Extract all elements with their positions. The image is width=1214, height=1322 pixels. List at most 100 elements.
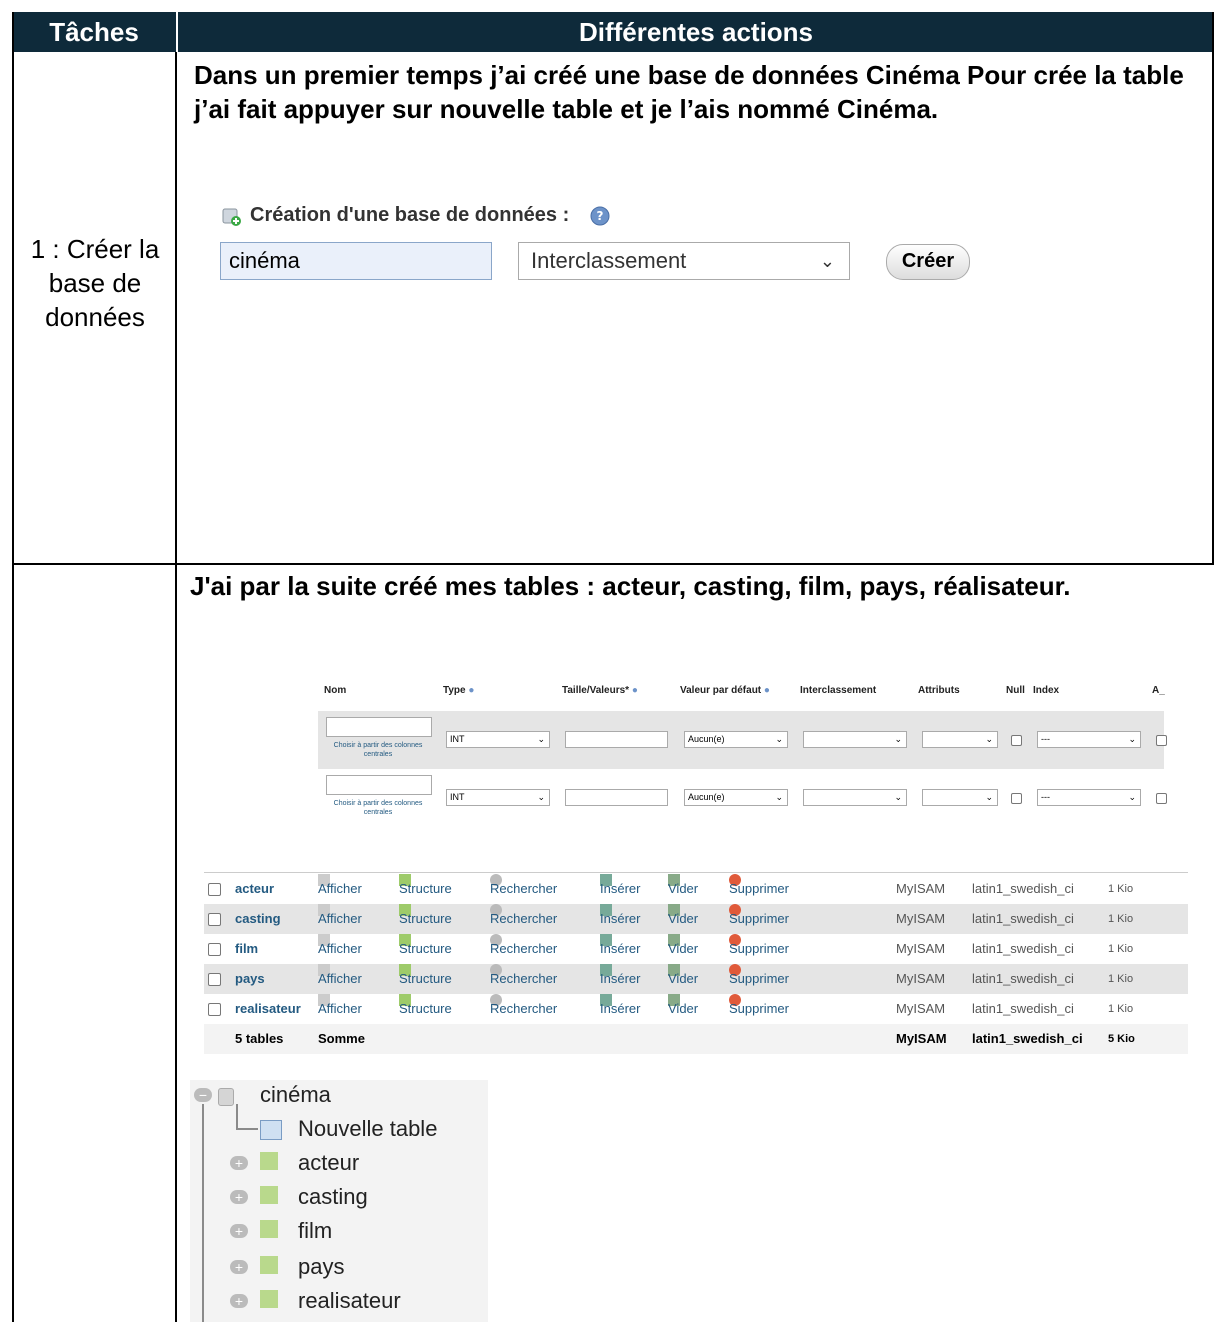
row-checkbox[interactable]: [208, 883, 221, 896]
structure-label: Structure: [399, 911, 452, 926]
chevron-down-icon: ⌄: [775, 734, 783, 744]
chevron-down-icon: ⌄: [537, 792, 545, 802]
tree-db-name[interactable]: cinéma: [260, 1082, 331, 1108]
engine-value: MyISAM: [896, 881, 946, 896]
chevron-down-icon: ⌄: [537, 734, 545, 744]
collapse-icon[interactable]: −: [194, 1088, 212, 1102]
header-taches: Tâches: [49, 17, 139, 47]
structure-label: Structure: [399, 941, 452, 956]
attributes-select[interactable]: ⌄: [922, 789, 998, 806]
attributes-select[interactable]: ⌄: [922, 731, 998, 748]
row-checkbox[interactable]: [208, 943, 221, 956]
db-name-input[interactable]: cinéma: [220, 242, 492, 280]
col-header-a: A_: [1152, 685, 1165, 696]
length-input[interactable]: [565, 731, 668, 748]
column-def-row: Choisir à partir des colonnes centrales …: [318, 711, 1167, 769]
tree-table-item[interactable]: acteur: [298, 1150, 359, 1176]
chevron-down-icon: ⌄: [775, 792, 783, 802]
tree-table-item[interactable]: realisateur: [298, 1288, 401, 1314]
browse-label: Afficher: [318, 971, 362, 986]
table-count: 5 tables: [235, 1031, 284, 1046]
collation-value: latin1_swedish_ci: [972, 1001, 1074, 1016]
column-def-row: Choisir à partir des colonnes centrales …: [318, 769, 1167, 827]
expand-icon[interactable]: +: [230, 1294, 248, 1308]
table-row: acteur Afficher Structure Rechercher Ins…: [204, 874, 1188, 904]
col-header-type-text: Type: [443, 685, 466, 696]
size-value: 1 Kio: [1108, 883, 1134, 895]
help-icon[interactable]: ?: [589, 205, 611, 227]
row-checkbox[interactable]: [208, 973, 221, 986]
column-name-input[interactable]: [326, 775, 432, 795]
collation-select-label: Interclassement: [531, 248, 687, 273]
row-checkbox[interactable]: [208, 1003, 221, 1016]
collation-select[interactable]: Interclassement ⌄: [518, 242, 850, 280]
collation-select-small[interactable]: ⌄: [803, 789, 907, 806]
central-columns-link[interactable]: Choisir à partir des colonnes centrales: [322, 741, 434, 759]
null-checkbox[interactable]: [1011, 735, 1022, 746]
expand-icon[interactable]: +: [230, 1156, 248, 1170]
table-row: film Afficher Structure Rechercher Insér…: [204, 934, 1188, 964]
default-select[interactable]: Aucun(e) ⌄: [684, 789, 788, 806]
col-header-default-text: Valeur par défaut: [680, 685, 762, 696]
central-columns-link[interactable]: Choisir à partir des colonnes centrales: [322, 799, 434, 817]
table-header: Tâches Différentes actions: [12, 12, 1214, 52]
expand-icon[interactable]: +: [230, 1224, 248, 1238]
browse-label: Afficher: [318, 941, 362, 956]
drop-label: Supprimer: [729, 941, 789, 956]
collation-value: latin1_swedish_ci: [972, 971, 1074, 986]
length-input[interactable]: [565, 789, 668, 806]
table-row: pays Afficher Structure Rechercher Insér…: [204, 964, 1188, 994]
tree-table-item[interactable]: casting: [298, 1184, 368, 1210]
drop-label: Supprimer: [729, 971, 789, 986]
expand-icon[interactable]: +: [230, 1260, 248, 1274]
collation-select-small[interactable]: ⌄: [803, 731, 907, 748]
help-icon[interactable]: ●: [764, 685, 770, 696]
tree-new-table[interactable]: Nouvelle table: [298, 1116, 437, 1142]
index-select[interactable]: --- ⌄: [1037, 789, 1141, 806]
column-name-input[interactable]: [326, 717, 432, 737]
table-icon: [260, 1186, 278, 1204]
ai-checkbox[interactable]: [1156, 735, 1167, 746]
index-value: ---: [1041, 734, 1050, 744]
index-value: ---: [1041, 792, 1050, 802]
search-label: Rechercher: [490, 1001, 558, 1016]
type-value: INT: [450, 734, 465, 744]
default-select[interactable]: Aucun(e) ⌄: [684, 731, 788, 748]
table-name-link[interactable]: pays: [235, 964, 265, 994]
engine-value: MyISAM: [896, 911, 946, 926]
size-value: 1 Kio: [1108, 973, 1134, 985]
create-button[interactable]: Créer: [886, 244, 970, 280]
type-select[interactable]: INT ⌄: [446, 731, 550, 748]
drop-label: Supprimer: [729, 1001, 789, 1016]
create-db-title-text: Création d'une base de données :: [250, 204, 570, 226]
empty-label: Vider: [668, 881, 699, 896]
insert-label: Insérer: [600, 881, 641, 896]
table-name-link[interactable]: acteur: [235, 874, 274, 904]
header-actions: Différentes actions: [578, 17, 814, 47]
ai-checkbox[interactable]: [1156, 793, 1167, 804]
collation-value: latin1_swedish_ci: [972, 941, 1074, 956]
summary-engine: MyISAM: [896, 1031, 947, 1046]
empty-label: Vider: [668, 971, 699, 986]
help-icon[interactable]: ●: [632, 685, 638, 696]
null-checkbox[interactable]: [1011, 793, 1022, 804]
table-name-link[interactable]: realisateur: [235, 994, 301, 1024]
summary-size: 5 Kio: [1108, 1033, 1135, 1045]
database-add-icon: [222, 208, 241, 226]
insert-label: Insérer: [600, 911, 641, 926]
expand-icon[interactable]: +: [230, 1190, 248, 1204]
index-select[interactable]: --- ⌄: [1037, 731, 1141, 748]
tree-table-item[interactable]: pays: [298, 1254, 344, 1280]
list-top-divider: [204, 872, 1188, 873]
type-select[interactable]: INT ⌄: [446, 789, 550, 806]
create-db-title: Création d'une base de données : ?: [220, 204, 611, 227]
collation-value: latin1_swedish_ci: [972, 911, 1074, 926]
tree-line: [236, 1104, 238, 1130]
table-name-link[interactable]: casting: [235, 904, 281, 934]
table-name-link[interactable]: film: [235, 934, 258, 964]
tree-table-item[interactable]: film: [298, 1218, 332, 1244]
row-checkbox[interactable]: [208, 913, 221, 926]
structure-label: Structure: [399, 1001, 452, 1016]
drop-label: Supprimer: [729, 881, 789, 896]
help-icon[interactable]: ●: [468, 685, 474, 696]
